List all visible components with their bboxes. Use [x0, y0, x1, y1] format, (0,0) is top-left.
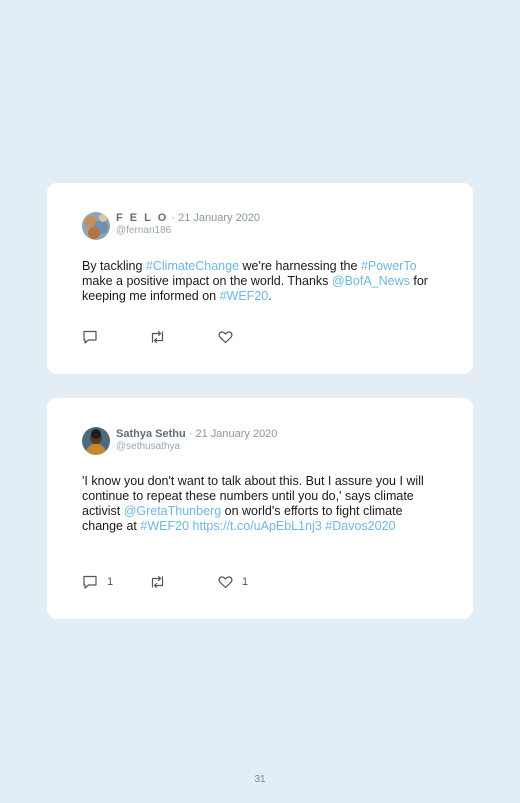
- author-name[interactable]: Sathya Sethu: [116, 428, 186, 440]
- tweet-link[interactable]: @GretaThunberg: [124, 504, 221, 518]
- retweet-icon: [151, 330, 164, 344]
- tweet-actions: 1 1: [82, 575, 282, 591]
- tweet-card: Sathya Sethu · 21 January 2020 @sethusat…: [47, 398, 473, 619]
- tweet-text-segment: we're harnessing the: [239, 259, 361, 273]
- author-name[interactable]: F E L O: [116, 212, 168, 224]
- tweet-text-segment: make a positive impact on the world. Tha…: [82, 274, 332, 288]
- like-button[interactable]: [218, 330, 242, 344]
- tweet-link[interactable]: #Davos2020: [325, 519, 395, 533]
- avatar[interactable]: [82, 427, 110, 455]
- like-icon: [218, 576, 233, 589]
- tweet-text: 'I know you don't want to talk about thi…: [82, 474, 442, 534]
- tweet-actions: [82, 330, 282, 346]
- author-handle[interactable]: @fernan186: [116, 225, 171, 236]
- reply-button[interactable]: [82, 330, 107, 344]
- reply-button[interactable]: 1: [82, 575, 113, 589]
- retweet-icon: [151, 575, 164, 589]
- tweet-date: · 21 January 2020: [188, 428, 278, 440]
- like-count: 1: [242, 576, 249, 588]
- avatar[interactable]: [82, 212, 110, 240]
- like-icon: [218, 331, 233, 344]
- reply-icon: [83, 330, 97, 344]
- tweet-link[interactable]: @BofA_News: [332, 274, 410, 288]
- reply-icon: [83, 575, 97, 589]
- tweet-link[interactable]: https://t.co/uApEbL1nj3: [193, 519, 322, 533]
- tweet-text: By tackling #ClimateChange we're harness…: [82, 259, 442, 304]
- author-handle[interactable]: @sethusathya: [116, 441, 180, 452]
- reply-count: 1: [107, 576, 114, 588]
- tweet-link[interactable]: #WEF20: [220, 289, 269, 303]
- like-button[interactable]: 1: [218, 575, 248, 589]
- page-number: 31: [254, 774, 266, 785]
- retweet-button[interactable]: [149, 575, 166, 589]
- tweet-date: · 21 January 2020: [171, 212, 261, 224]
- tweet-link[interactable]: #ClimateChange: [146, 259, 239, 273]
- tweet-text-segment: By tackling: [82, 259, 146, 273]
- retweet-button[interactable]: [149, 330, 166, 344]
- tweet-link[interactable]: #PowerTo: [361, 259, 417, 273]
- tweet-header: F E L O · 21 January 2020: [116, 212, 260, 224]
- tweet-link[interactable]: #WEF20: [140, 519, 189, 533]
- tweet-card: F E L O · 21 January 2020 @fernan186 By …: [47, 183, 473, 374]
- tweet-header: Sathya Sethu · 21 January 2020: [116, 428, 277, 440]
- tweet-text-segment: .: [268, 289, 272, 303]
